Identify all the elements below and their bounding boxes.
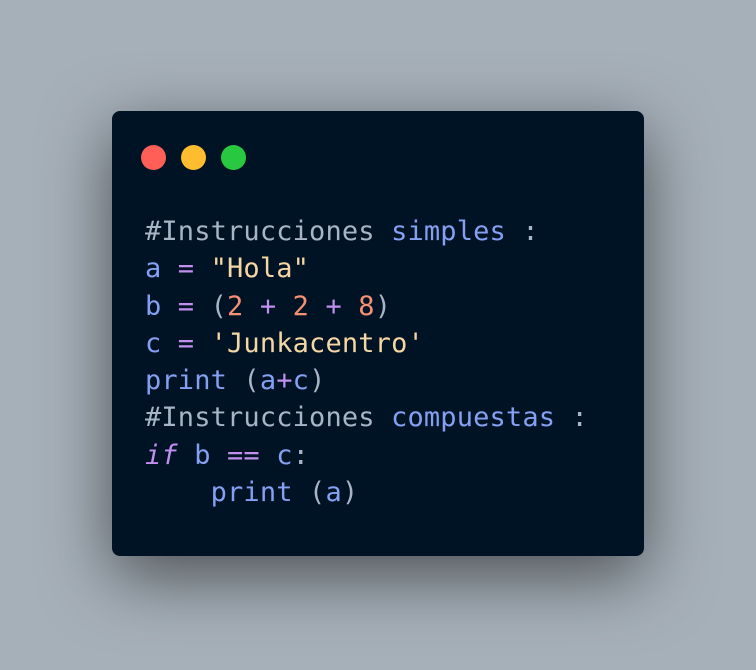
code-token-name: c: [292, 365, 310, 397]
code-token-number: 2: [292, 290, 310, 322]
code-token-punct: (: [227, 365, 260, 397]
code-token-name: print: [210, 477, 293, 509]
code-token-op: +: [243, 290, 293, 322]
code-token-punct: [145, 477, 211, 508]
code-token-string: "Hola": [210, 253, 310, 285]
code-token-comment: :: [505, 216, 539, 247]
code-token-comment: #Instrucciones: [145, 402, 392, 434]
code-token-op: +: [276, 365, 293, 397]
code-token-punct: ): [341, 477, 359, 509]
code-token-name: a: [325, 477, 342, 509]
code-line: #Instrucciones compuestas :: [145, 399, 588, 436]
code-token-op: =: [161, 253, 211, 285]
code-line: c = 'Junkacentro': [145, 325, 588, 362]
code-token-op: ==: [210, 439, 277, 471]
code-line: print (a+c): [145, 362, 588, 399]
code-line: #Instrucciones simples :: [145, 213, 588, 250]
code-token-name: a: [145, 253, 162, 285]
maximize-button[interactable]: [221, 145, 246, 170]
code-token-punct: (: [210, 290, 228, 322]
code-block: #Instrucciones simples :a = "Hola" b = (2…: [145, 213, 588, 511]
code-window: #Instrucciones simples :a = "Hola" b = (2…: [112, 111, 644, 556]
code-token-comment: #Instrucciones: [145, 216, 392, 247]
code-token-keyword: if: [145, 439, 178, 471]
code-token-punct: [178, 440, 194, 471]
close-button[interactable]: [141, 145, 166, 170]
code-line: a = "Hola": [145, 250, 588, 287]
code-line: if b == c:: [145, 437, 588, 474]
code-token-name: compuestas: [391, 402, 556, 434]
code-line: b = (2 + 2 + 8): [145, 288, 588, 325]
code-line: print (a): [145, 474, 588, 511]
code-token-name: a: [259, 365, 277, 397]
code-token-punct: ): [374, 290, 392, 322]
window-controls: [141, 145, 246, 170]
code-token-punct: (: [292, 477, 326, 509]
code-token-name: b: [145, 290, 162, 322]
code-token-punct: ): [309, 365, 326, 397]
code-token-name: print: [145, 365, 228, 397]
minimize-button[interactable]: [181, 145, 206, 170]
code-token-punct: :: [292, 439, 310, 471]
code-token-comment: :: [555, 402, 588, 434]
code-token-name: c: [276, 439, 293, 471]
code-token-name: simples: [391, 216, 506, 247]
code-token-name: c: [145, 327, 162, 359]
code-token-op: +: [309, 290, 359, 322]
code-token-string: 'Junkacentro': [210, 327, 424, 359]
code-token-op: =: [161, 290, 211, 322]
code-token-number: 2: [227, 290, 244, 322]
code-token-name: b: [194, 439, 211, 471]
code-token-op: =: [161, 327, 211, 359]
code-token-number: 8: [358, 290, 375, 322]
